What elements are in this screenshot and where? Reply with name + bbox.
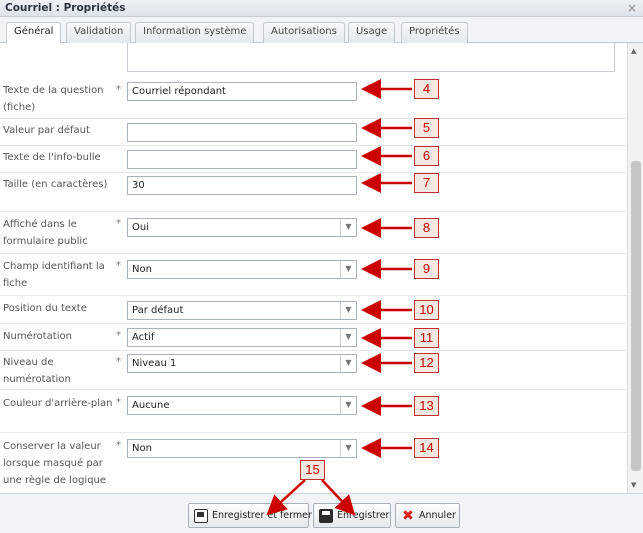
row-divider — [0, 172, 627, 173]
dialog-footer: Enregistrer et fermer Enregistrer ✖ Annu… — [0, 493, 643, 533]
row-divider — [0, 350, 627, 351]
required-marker: * — [116, 260, 121, 271]
save-label: Enregistrer — [337, 510, 390, 521]
label-position-texte: Position du texte — [3, 303, 87, 314]
scroll-down-icon[interactable]: ▼ — [631, 481, 636, 489]
cancel-label: Annuler — [419, 510, 456, 521]
background-color-select[interactable]: Aucune ▼ — [127, 396, 357, 415]
background-color-select-value: Aucune — [132, 400, 170, 411]
keep-value-select[interactable]: Non ▼ — [127, 439, 357, 458]
label-niveau-numerotation: Niveau de numérotation — [3, 357, 71, 385]
save-button[interactable]: Enregistrer — [313, 503, 391, 528]
description-textarea[interactable] — [127, 43, 615, 72]
row-divider — [0, 389, 627, 390]
tab-information-systeme[interactable]: Information système — [135, 22, 255, 43]
save-and-close-label: Enregistrer et fermer — [212, 510, 312, 521]
identifier-field-select[interactable]: Non ▼ — [127, 260, 357, 279]
row-divider — [0, 323, 627, 324]
save-and-close-button[interactable]: Enregistrer et fermer — [188, 503, 312, 528]
tab-usage[interactable]: Usage — [348, 22, 396, 43]
tab-bar: Général Validation Information système A… — [0, 17, 643, 44]
required-marker: * — [116, 397, 121, 408]
label-taille: Taille (en caractères) — [3, 179, 108, 190]
question-text-input[interactable]: Courriel répondant — [127, 82, 357, 101]
text-position-select[interactable]: Par défaut ▼ — [127, 301, 357, 320]
callout-10: 10 — [414, 300, 439, 320]
callout-4: 4 — [414, 79, 439, 99]
tab-validation[interactable]: Validation — [66, 22, 132, 43]
numbering-select[interactable]: Actif ▼ — [127, 328, 357, 347]
required-marker: * — [116, 356, 121, 367]
scroll-thumb[interactable] — [631, 161, 641, 471]
close-icon[interactable]: × — [627, 1, 637, 15]
row-divider — [0, 211, 627, 212]
cancel-button[interactable]: ✖ Annuler — [395, 503, 460, 528]
label-valeur-defaut: Valeur par défaut — [3, 125, 90, 136]
row-divider — [0, 432, 627, 433]
text-position-select-value: Par défaut — [132, 305, 184, 316]
scroll-up-icon[interactable]: ▲ — [631, 47, 636, 55]
form-panel: Texte de la question (fiche) * Courriel … — [0, 43, 627, 493]
required-marker: * — [116, 440, 121, 451]
numbering-level-select[interactable]: Niveau 1 ▼ — [127, 354, 357, 373]
save-icon — [319, 509, 333, 523]
dialog-title: Courriel : Propriétés — [5, 2, 126, 14]
tab-autorisations[interactable]: Autorisations — [263, 22, 345, 43]
tab-proprietes[interactable]: Propriétés — [401, 22, 468, 43]
callout-13: 13 — [414, 396, 439, 416]
public-form-select-value: Oui — [132, 222, 149, 233]
chevron-down-icon: ▼ — [340, 440, 356, 457]
vertical-scrollbar[interactable]: ▲ ▼ — [627, 43, 643, 493]
callout-12: 12 — [414, 353, 439, 373]
callout-6: 6 — [414, 146, 439, 166]
callout-5: 5 — [414, 118, 439, 138]
numbering-select-value: Actif — [132, 332, 155, 343]
chevron-down-icon: ▼ — [340, 397, 356, 414]
cancel-icon: ✖ — [402, 508, 414, 524]
numbering-level-select-value: Niveau 1 — [132, 358, 177, 369]
label-info-bulle: Texte de l'info-bulle — [3, 152, 101, 163]
public-form-select[interactable]: Oui ▼ — [127, 218, 357, 237]
required-marker: * — [116, 84, 121, 95]
save-close-icon — [194, 509, 208, 523]
callout-8: 8 — [414, 218, 439, 238]
size-input[interactable]: 30 — [127, 176, 357, 195]
label-affiche-formulaire: Affiché dans le formulaire public — [3, 219, 88, 247]
row-divider — [0, 118, 627, 119]
callout-15: 15 — [300, 460, 325, 480]
label-numerotation: Numérotation — [3, 331, 72, 342]
callout-11: 11 — [414, 328, 439, 348]
chevron-down-icon: ▼ — [340, 219, 356, 236]
label-texte-question: Texte de la question (fiche) — [3, 85, 104, 113]
row-divider — [0, 253, 627, 254]
label-champ-identifiant: Champ identifiant la fiche — [3, 261, 105, 289]
chevron-down-icon: ▼ — [340, 355, 356, 372]
chevron-down-icon: ▼ — [340, 261, 356, 278]
required-marker: * — [116, 330, 121, 341]
callout-9: 9 — [414, 259, 439, 279]
row-divider — [0, 295, 627, 296]
identifier-field-select-value: Non — [132, 264, 152, 275]
row-divider — [0, 145, 627, 146]
tooltip-text-input[interactable] — [127, 150, 357, 169]
dialog-title-bar: Courriel : Propriétés × — [0, 0, 643, 17]
chevron-down-icon: ▼ — [340, 329, 356, 346]
chevron-down-icon: ▼ — [340, 302, 356, 319]
required-marker: * — [116, 218, 121, 229]
keep-value-select-value: Non — [132, 443, 152, 454]
tab-general[interactable]: Général — [6, 22, 62, 44]
default-value-input[interactable] — [127, 123, 357, 142]
label-couleur-arriere-plan: Couleur d'arrière-plan — [3, 398, 113, 409]
callout-7: 7 — [414, 173, 439, 193]
label-conserver-valeur: Conserver la valeur lorsque masqué par u… — [3, 441, 107, 486]
callout-14: 14 — [414, 438, 439, 458]
